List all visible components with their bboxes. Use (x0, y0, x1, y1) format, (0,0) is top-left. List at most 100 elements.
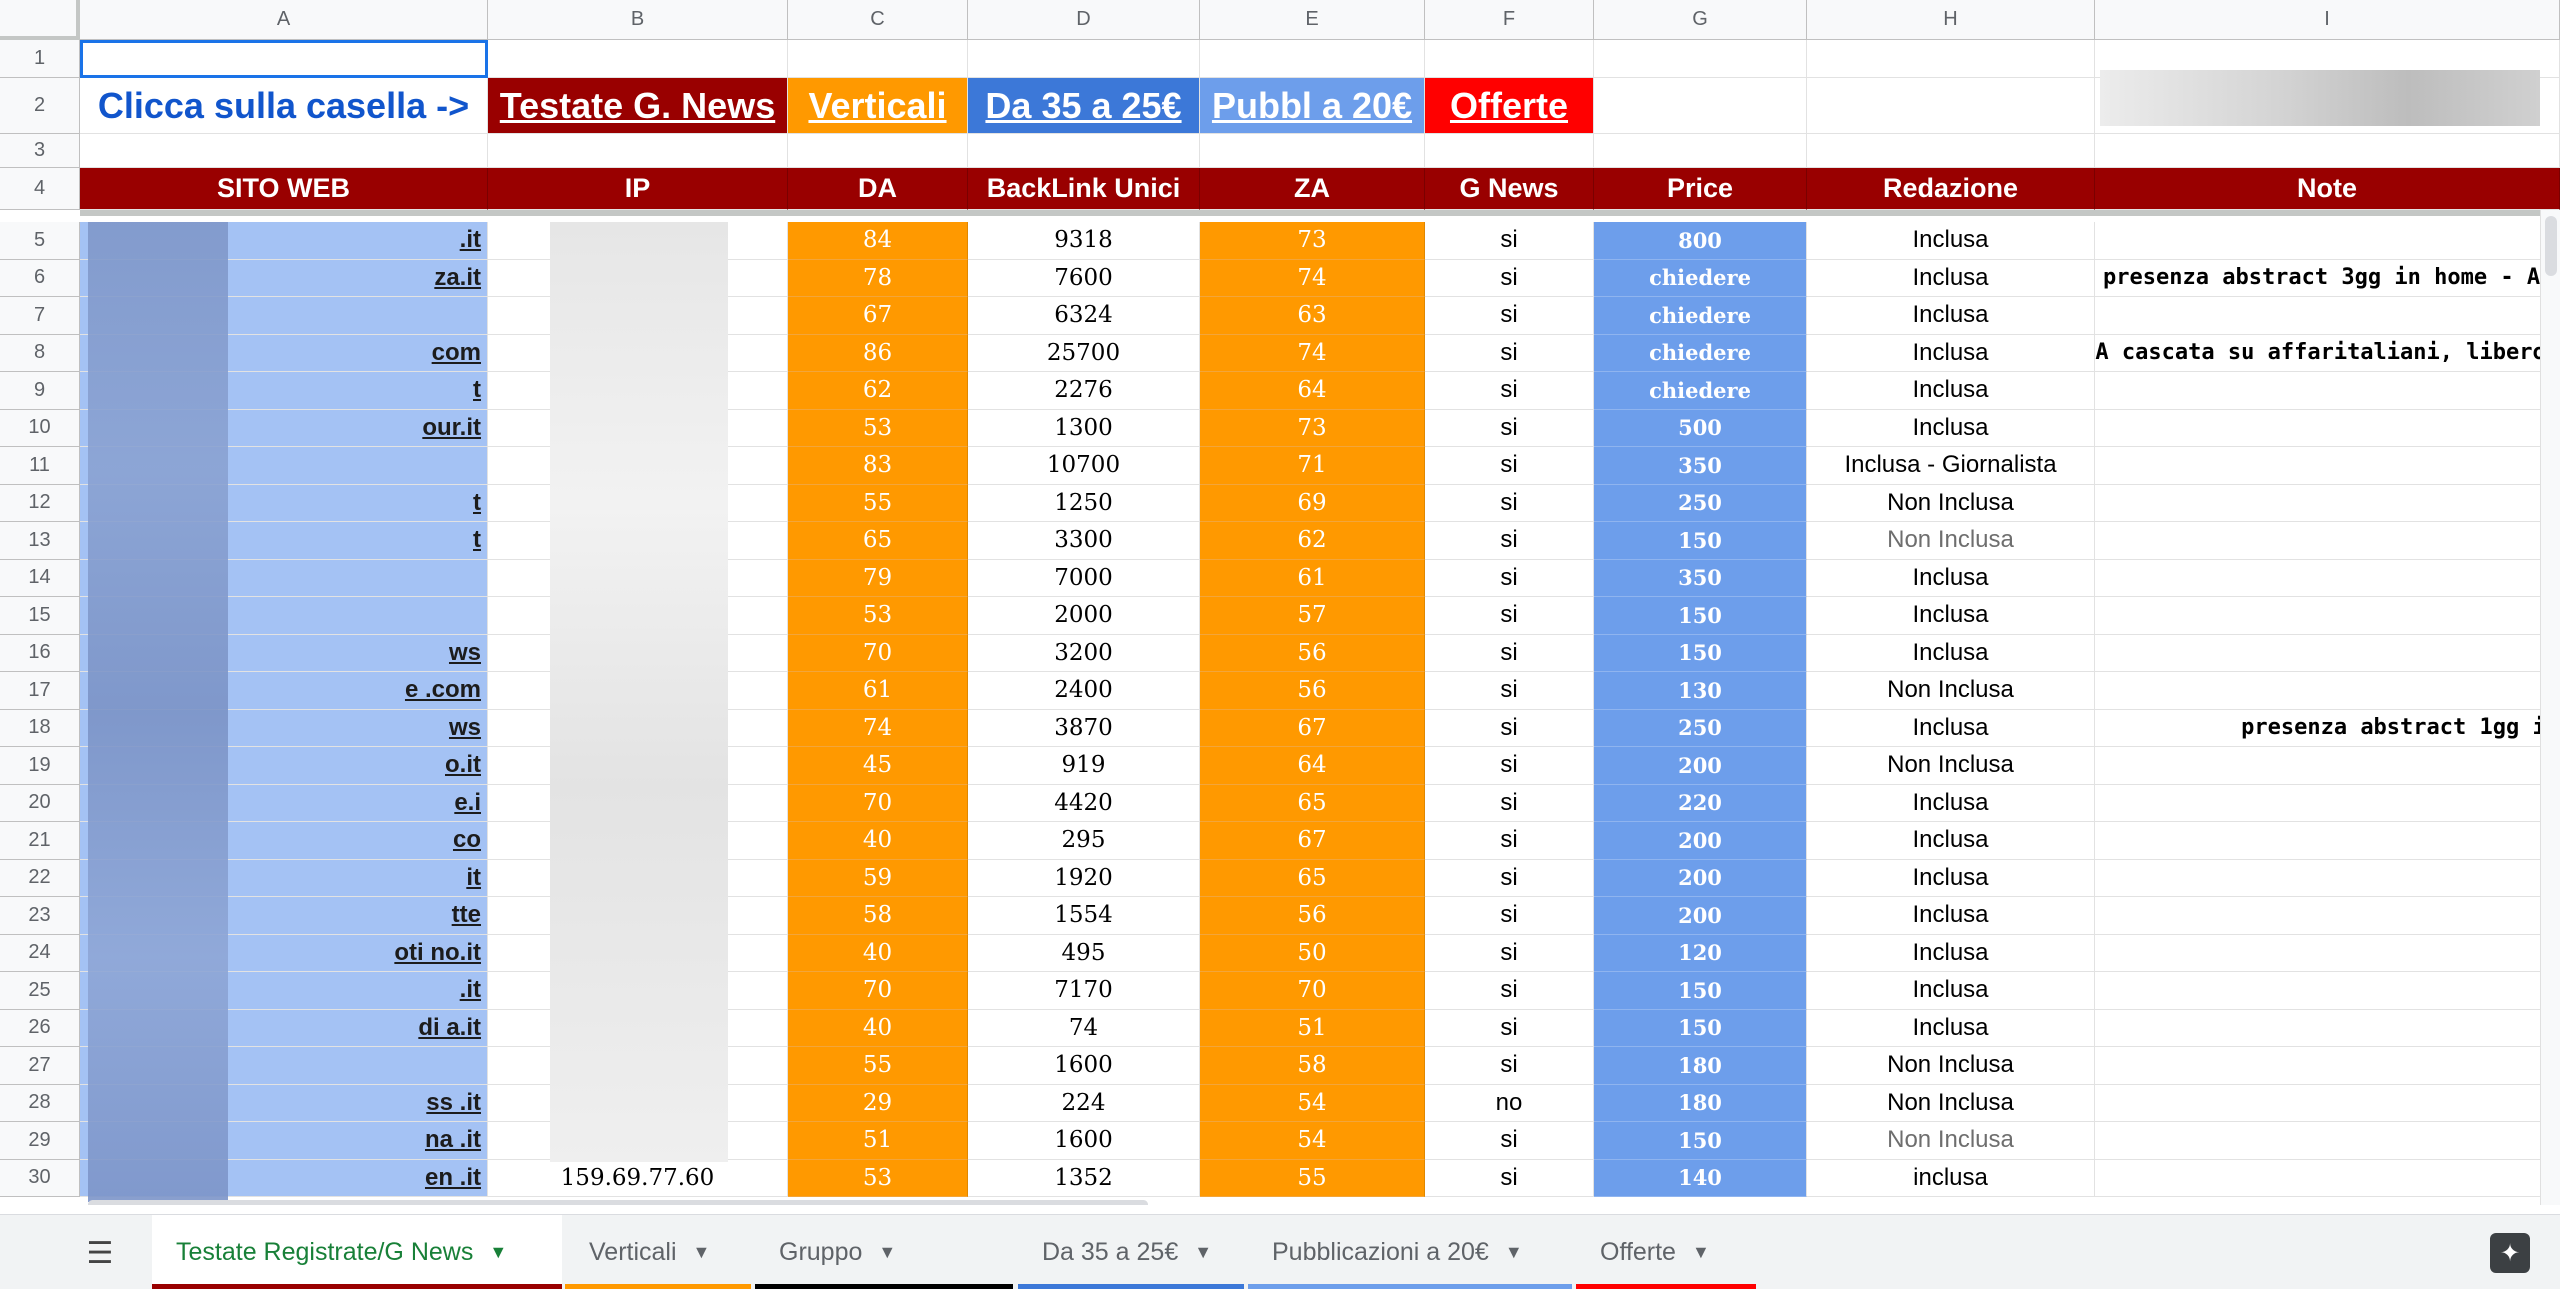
price-cell[interactable]: 220 (1594, 784, 1807, 822)
row-header[interactable]: 12 (0, 484, 80, 522)
row-header[interactable]: 30 (0, 1159, 80, 1197)
gnews-cell[interactable]: si (1425, 1047, 1594, 1085)
row-header-2[interactable]: 2 (0, 78, 80, 134)
cell-g3[interactable] (1594, 134, 1807, 168)
row-header[interactable]: 21 (0, 822, 80, 860)
backlink-cell[interactable]: 3200 (968, 634, 1200, 672)
note-cell[interactable] (2095, 222, 2560, 260)
gnews-cell[interactable]: si (1425, 1122, 1594, 1160)
redazione-cell[interactable]: Inclusa - Giornalista (1807, 447, 2095, 485)
redazione-cell[interactable]: Non Inclusa (1807, 1122, 2095, 1160)
all-sheets-menu-icon[interactable]: ☰ (70, 1235, 130, 1271)
cell-g2[interactable] (1594, 78, 1807, 134)
header-price[interactable]: Price (1594, 168, 1807, 210)
backlink-cell[interactable]: 1300 (968, 409, 1200, 447)
gnews-cell[interactable]: si (1425, 897, 1594, 935)
gnews-cell[interactable]: si (1425, 334, 1594, 372)
price-cell[interactable]: 150 (1594, 972, 1807, 1010)
cell-h3[interactable] (1807, 134, 2095, 168)
price-cell[interactable]: 180 (1594, 1084, 1807, 1122)
chevron-down-icon[interactable]: ▼ (489, 1242, 507, 1263)
cell-d3[interactable] (968, 134, 1200, 168)
ip-cell[interactable]: 159.69.77.60 (488, 1159, 788, 1197)
header-ip[interactable]: IP (488, 168, 788, 210)
backlink-cell[interactable]: 919 (968, 747, 1200, 785)
da-cell[interactable]: 29 (788, 1084, 968, 1122)
gnews-cell[interactable]: no (1425, 1084, 1594, 1122)
backlink-cell[interactable]: 1554 (968, 897, 1200, 935)
da-cell[interactable]: 51 (788, 1122, 968, 1160)
note-cell[interactable] (2095, 1122, 2560, 1160)
tab-offerte[interactable]: Offerte ▼ (1576, 1215, 1756, 1289)
cell-h2[interactable] (1807, 78, 2095, 134)
redazione-cell[interactable]: Inclusa (1807, 297, 2095, 335)
za-cell[interactable]: 74 (1200, 334, 1425, 372)
row-header[interactable]: 24 (0, 934, 80, 972)
vertical-scrollbar[interactable] (2540, 210, 2560, 1205)
da-cell[interactable]: 55 (788, 1047, 968, 1085)
price-cell[interactable]: 120 (1594, 934, 1807, 972)
note-cell[interactable] (2095, 859, 2560, 897)
za-cell[interactable]: 69 (1200, 484, 1425, 522)
column-header-e[interactable]: E (1200, 0, 1425, 40)
backlink-cell[interactable]: 3870 (968, 709, 1200, 747)
header-redazione[interactable]: Redazione (1807, 168, 2095, 210)
column-header-h[interactable]: H (1807, 0, 2095, 40)
redazione-cell[interactable]: Inclusa (1807, 972, 2095, 1010)
redazione-cell[interactable]: Inclusa (1807, 709, 2095, 747)
gnews-cell[interactable]: si (1425, 672, 1594, 710)
tab-verticali[interactable]: Verticali ▼ (565, 1215, 751, 1289)
da-cell[interactable]: 40 (788, 822, 968, 860)
column-header-g[interactable]: G (1594, 0, 1807, 40)
da-cell[interactable]: 53 (788, 409, 968, 447)
backlink-cell[interactable]: 7000 (968, 559, 1200, 597)
cell-g1[interactable] (1594, 40, 1807, 78)
price-cell[interactable]: 180 (1594, 1047, 1807, 1085)
da-cell[interactable]: 84 (788, 222, 968, 260)
gnews-cell[interactable]: si (1425, 259, 1594, 297)
row-header-4[interactable]: 4 (0, 168, 80, 210)
redazione-cell[interactable]: Inclusa (1807, 559, 2095, 597)
row-header-3[interactable]: 3 (0, 134, 80, 168)
za-cell[interactable]: 64 (1200, 747, 1425, 785)
gnews-cell[interactable]: si (1425, 822, 1594, 860)
price-cell[interactable]: 200 (1594, 859, 1807, 897)
frozen-row-divider[interactable] (80, 210, 2540, 216)
gnews-cell[interactable]: si (1425, 709, 1594, 747)
tab-da-35-a-25-[interactable]: Da 35 a 25€ ▼ (1018, 1215, 1244, 1289)
row-header[interactable]: 13 (0, 522, 80, 560)
row-header[interactable]: 6 (0, 259, 80, 297)
da-cell[interactable]: 70 (788, 634, 968, 672)
column-header-b[interactable]: B (488, 0, 788, 40)
za-cell[interactable]: 55 (1200, 1159, 1425, 1197)
gnews-cell[interactable]: si (1425, 559, 1594, 597)
redazione-cell[interactable]: Inclusa (1807, 409, 2095, 447)
row-header[interactable]: 14 (0, 559, 80, 597)
note-cell[interactable] (2095, 747, 2560, 785)
row-header[interactable]: 28 (0, 1084, 80, 1122)
da-cell[interactable]: 40 (788, 1009, 968, 1047)
backlink-cell[interactable]: 224 (968, 1084, 1200, 1122)
backlink-cell[interactable]: 2276 (968, 372, 1200, 410)
note-cell[interactable] (2095, 934, 2560, 972)
redazione-cell[interactable]: Inclusa (1807, 934, 2095, 972)
column-header-c[interactable]: C (788, 0, 968, 40)
note-cell[interactable] (2095, 784, 2560, 822)
redazione-cell[interactable]: Inclusa (1807, 334, 2095, 372)
da-cell[interactable]: 86 (788, 334, 968, 372)
price-cell[interactable]: 150 (1594, 597, 1807, 635)
cell-f1[interactable] (1425, 40, 1594, 78)
tab-gruppo[interactable]: Gruppo ▼ (755, 1215, 1013, 1289)
backlink-cell[interactable]: 1352 (968, 1159, 1200, 1197)
backlink-cell[interactable]: 74 (968, 1009, 1200, 1047)
backlink-cell[interactable]: 4420 (968, 784, 1200, 822)
backlink-cell[interactable]: 25700 (968, 334, 1200, 372)
za-cell[interactable]: 70 (1200, 972, 1425, 1010)
column-header-a[interactable]: A (80, 0, 488, 40)
price-cell[interactable]: chiedere (1594, 297, 1807, 335)
tab-testate-registrate-g-news[interactable]: Testate Registrate/G News ▼ (152, 1215, 562, 1289)
da-cell[interactable]: 53 (788, 1159, 968, 1197)
cell-h1[interactable] (1807, 40, 2095, 78)
chevron-down-icon[interactable]: ▼ (1505, 1242, 1523, 1263)
redazione-cell[interactable]: Inclusa (1807, 897, 2095, 935)
